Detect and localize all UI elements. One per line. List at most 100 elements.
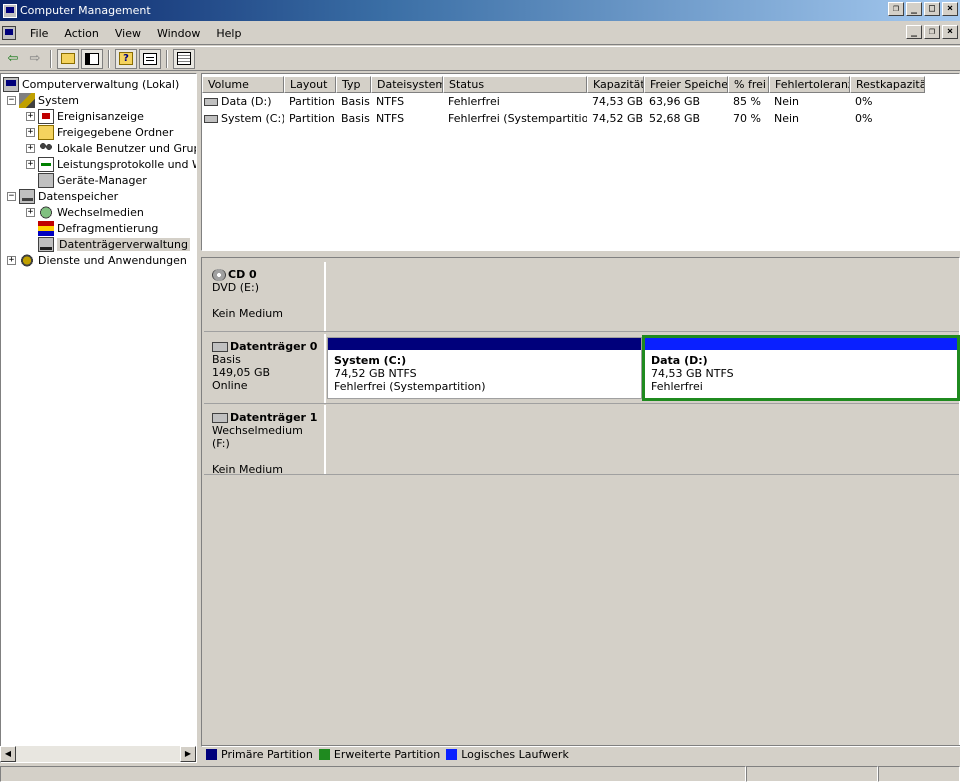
disk-size	[212, 294, 324, 307]
close-window-button[interactable]: ×	[942, 2, 958, 16]
expand-icon[interactable]: +	[26, 207, 35, 217]
tree-item-storage[interactable]: − Datenspeicher	[7, 188, 118, 204]
table-cell: 0%	[855, 95, 873, 108]
table-cell: 70 %	[733, 112, 761, 125]
tree-item-services-and-applications[interactable]: + Dienste und Anwendungen	[7, 252, 187, 268]
drive-icon	[204, 115, 218, 123]
back-icon[interactable]: ⇦	[2, 49, 24, 69]
tree-item-label: Dienste und Anwendungen	[38, 253, 187, 267]
table-cell: Fehlerfrei	[448, 95, 500, 108]
scroll-left-icon[interactable]: ◀	[0, 746, 16, 762]
disk-status: Kein Medium	[212, 307, 283, 320]
column-header-type[interactable]: Typ	[336, 76, 371, 93]
menu-file[interactable]: File	[22, 27, 56, 40]
disk-info[interactable]: Datenträger 0 Basis 149,05 GB Online	[204, 334, 326, 403]
column-header-status[interactable]: Status	[443, 76, 587, 93]
tree-item-device-manager[interactable]: Geräte-Manager	[38, 172, 147, 188]
tree-item-defragmentation[interactable]: Defragmentierung	[38, 220, 158, 236]
disk-status: Kein Medium	[212, 463, 283, 476]
maximize-window-button[interactable]: □	[924, 2, 940, 16]
restore-window-button[interactable]: ❐	[888, 2, 904, 16]
tree-item-label: Lokale Benutzer und Gruppe	[57, 141, 196, 155]
column-header-free-space[interactable]: Freier Speicher	[644, 76, 728, 93]
table-row[interactable]: Data (D:) Partition Basis NTFS Fehlerfre…	[202, 93, 925, 110]
expand-icon[interactable]: +	[26, 127, 35, 137]
menu-help[interactable]: Help	[208, 27, 249, 40]
help-icon[interactable]: ?	[115, 48, 137, 69]
status-bar-panel	[878, 766, 960, 782]
tree-item-system[interactable]: − System	[7, 92, 79, 108]
expand-icon[interactable]: +	[26, 143, 35, 153]
table-cell: 74,53 GB	[592, 95, 644, 108]
tree-item-computer-management[interactable]: Computerverwaltung (Lokal)	[3, 76, 179, 92]
storage-icon	[19, 188, 35, 204]
properties-icon[interactable]	[139, 48, 161, 69]
tree-item-performance-logs[interactable]: + Leistungsprotokolle und War	[26, 156, 196, 172]
column-header-percent-free[interactable]: % frei	[728, 76, 769, 93]
tree-item-label: Datenträgerverwaltung	[57, 237, 190, 251]
scroll-right-icon[interactable]: ▶	[180, 746, 196, 762]
show-tree-icon[interactable]	[81, 48, 103, 69]
column-header-overhead[interactable]: Restkapazität	[850, 76, 925, 93]
column-header-fault-tolerance[interactable]: Fehlertoleranz	[769, 76, 850, 93]
disk-name: Datenträger 1	[230, 411, 318, 424]
disk-info[interactable]: Datenträger 1 Wechselmedium (F:) Kein Me…	[204, 405, 326, 476]
document-restore-button[interactable]: ❐	[924, 25, 940, 39]
tree-item-event-viewer[interactable]: + Ereignisanzeige	[26, 108, 144, 124]
tree-item-label: Datenspeicher	[38, 189, 119, 203]
users-icon	[38, 140, 54, 156]
window-title: Computer Management	[20, 4, 151, 17]
disk-row-disk0[interactable]: Datenträger 0 Basis 149,05 GB Online Sys…	[204, 334, 960, 404]
column-header-volume[interactable]: Volume	[202, 76, 284, 93]
document-window-icon[interactable]	[2, 26, 16, 40]
legend: Primäre Partition Erweiterte Partition L…	[201, 745, 960, 763]
export-list-icon[interactable]	[173, 48, 195, 69]
partition-status: Fehlerfrei	[651, 380, 703, 393]
shared-folder-icon	[38, 124, 54, 140]
partition-size: 74,53 GB NTFS	[651, 367, 734, 380]
tree-item-local-users[interactable]: + Lokale Benutzer und Gruppe	[26, 140, 196, 156]
table-cell: NTFS	[376, 95, 405, 108]
tree-item-shared-folders[interactable]: + Freigegebene Ordner	[26, 124, 173, 140]
disk-area[interactable]	[326, 262, 959, 331]
menu-window[interactable]: Window	[149, 27, 208, 40]
up-folder-icon[interactable]	[57, 48, 79, 69]
expand-icon[interactable]: +	[7, 255, 16, 265]
collapse-icon[interactable]: −	[7, 95, 16, 105]
legend-swatch	[206, 749, 217, 760]
table-row[interactable]: System (C:) Partition Basis NTFS Fehlerf…	[202, 110, 925, 127]
disk-row-disk1[interactable]: Datenträger 1 Wechselmedium (F:) Kein Me…	[204, 405, 959, 476]
table-cell: Basis	[341, 112, 370, 125]
expand-icon[interactable]: +	[26, 159, 35, 169]
column-header-filesystem[interactable]: Dateisystem	[371, 76, 443, 93]
document-close-button[interactable]: ×	[942, 25, 958, 39]
disk-graphical-view: CD 0 DVD (E:) Kein Medium Datenträger 0 …	[201, 257, 960, 747]
column-header-capacity[interactable]: Kapazität	[587, 76, 644, 93]
menu-view[interactable]: View	[107, 27, 149, 40]
minimize-window-button[interactable]: _	[906, 2, 922, 16]
table-cell: 52,68 GB	[649, 112, 701, 125]
disk-area[interactable]	[326, 405, 959, 474]
primary-partition-bar	[328, 338, 641, 350]
status-bar-main	[0, 766, 746, 782]
tree-item-label: System	[38, 93, 80, 107]
legend-extended-partition: Erweiterte Partition	[318, 748, 440, 761]
forward-icon[interactable]: ⇨	[24, 49, 46, 69]
tree-horizontal-scrollbar[interactable]: ◀ ▶	[0, 746, 196, 762]
tree-item-disk-management[interactable]: Datenträgerverwaltung	[38, 236, 190, 252]
tree-item-removable-storage[interactable]: + Wechselmedien	[26, 204, 144, 220]
tree-item-label: Wechselmedien	[57, 205, 144, 219]
column-header-layout[interactable]: Layout	[284, 76, 336, 93]
disk-row-cd0[interactable]: CD 0 DVD (E:) Kein Medium	[204, 262, 959, 332]
disk-info[interactable]: CD 0 DVD (E:) Kein Medium	[204, 262, 326, 331]
partition-data-d[interactable]: Data (D:) 74,53 GB NTFS Fehlerfrei	[642, 335, 960, 401]
table-cell: Nein	[774, 95, 800, 108]
details-pane: Volume Layout Typ Dateisystem Status Kap…	[201, 73, 960, 763]
collapse-icon[interactable]: −	[7, 191, 16, 201]
disk-name: CD 0	[228, 268, 257, 281]
expand-icon[interactable]: +	[26, 111, 35, 121]
toolbar-separator	[50, 49, 52, 68]
menu-action[interactable]: Action	[56, 27, 106, 40]
document-minimize-button[interactable]: _	[906, 25, 922, 39]
partition-system-c[interactable]: System (C:) 74,52 GB NTFS Fehlerfrei (Sy…	[327, 337, 642, 399]
